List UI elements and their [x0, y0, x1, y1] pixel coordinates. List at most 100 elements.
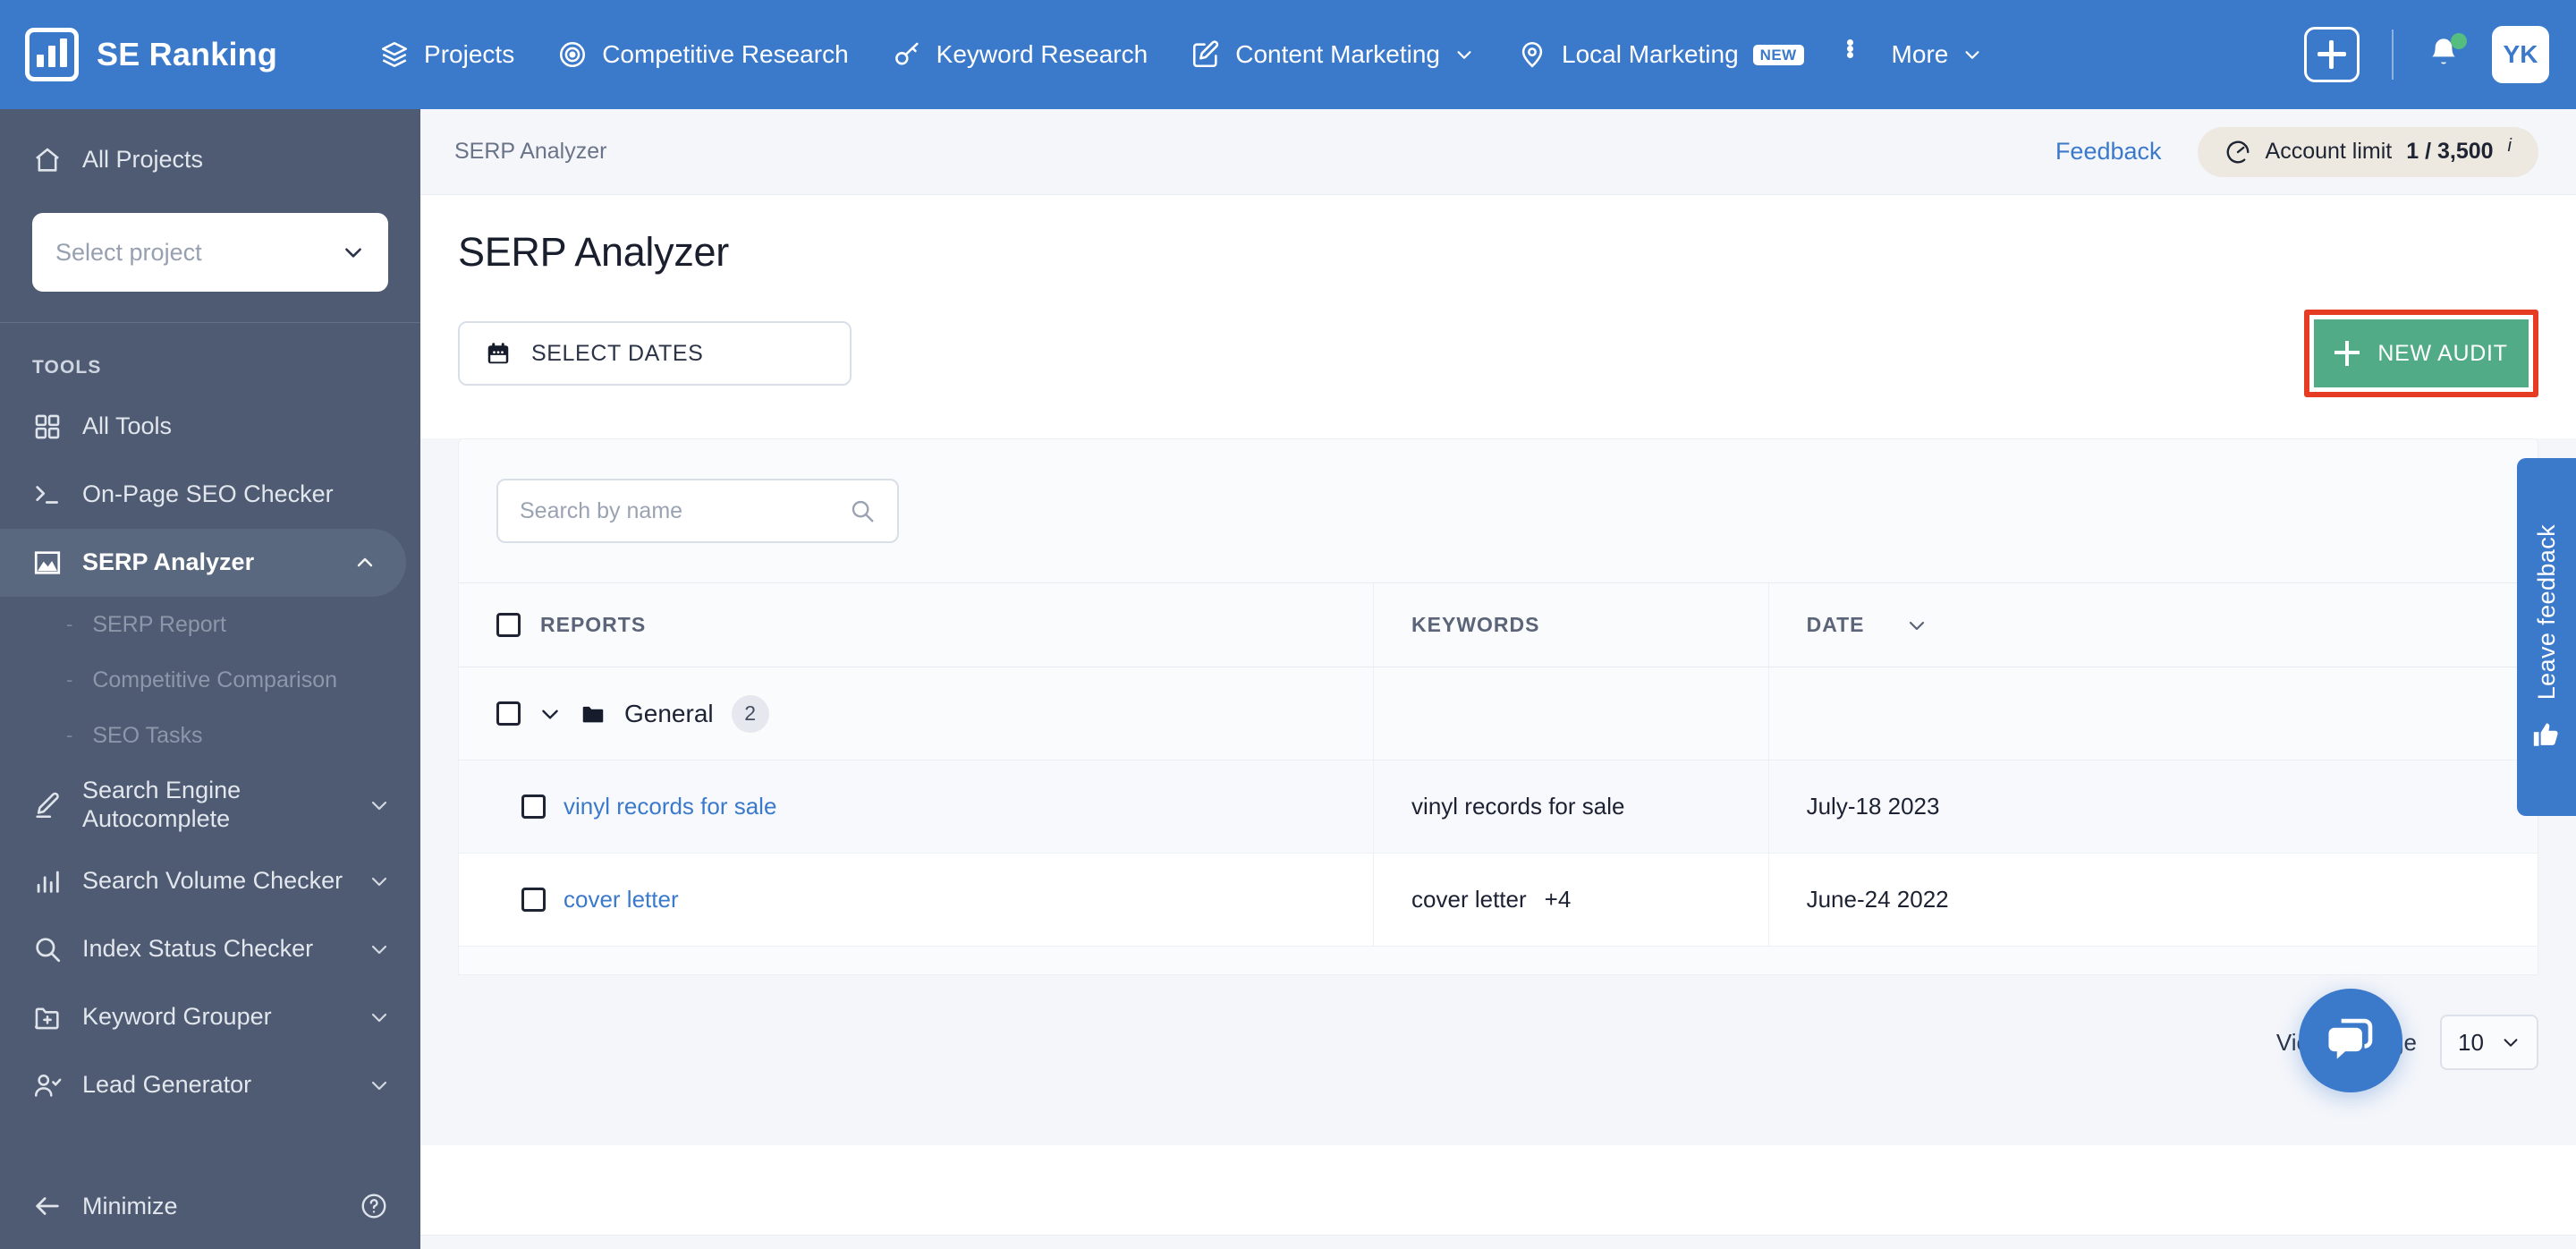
layers-icon — [379, 39, 410, 70]
nav-item-more[interactable]: More — [1826, 39, 2004, 70]
row-checkbox[interactable] — [521, 794, 546, 819]
sidebar-item-on-page-seo-checker[interactable]: On-Page SEO Checker — [0, 461, 420, 529]
info-icon[interactable]: i — [2508, 136, 2512, 157]
brand-logo[interactable]: SE Ranking — [25, 28, 277, 81]
sidebar-item-search-volume-checker[interactable]: Search Volume Checker — [0, 847, 420, 915]
sidebar-item-keyword-grouper[interactable]: Keyword Grouper — [0, 983, 420, 1051]
keyword-text: cover letter — [1411, 886, 1527, 913]
sidebar-item-label: All Tools — [82, 412, 173, 440]
group-keywords-cell — [1373, 667, 1769, 760]
row-checkbox[interactable] — [521, 888, 546, 912]
sidebar-item-search-engine-autocomplete[interactable]: Search Engine Autocomplete — [0, 763, 420, 847]
folder-plus-icon — [32, 1002, 63, 1032]
account-limit-badge[interactable]: Account limit 1 / 3,500 i — [2197, 126, 2538, 177]
group-name: General — [624, 699, 714, 727]
arrow-left-icon — [32, 1191, 63, 1221]
sidebar-subitem-seo-tasks[interactable]: - SEO Tasks — [0, 708, 420, 763]
terminal-icon — [32, 480, 63, 510]
sidebar-section-tools: TOOLS — [32, 357, 102, 378]
sidebar-subitem-label: SEO Tasks — [92, 722, 203, 748]
sidebar-item-all-projects[interactable]: All Projects — [0, 122, 420, 199]
avatar[interactable]: YK — [2492, 26, 2549, 83]
leave-feedback-label: Leave feedback — [2532, 523, 2560, 701]
sidebar-item-label: Search Engine Autocomplete — [82, 777, 242, 832]
feedback-link[interactable]: Feedback — [2055, 138, 2162, 166]
nav-right-actions: YK — [2304, 26, 2549, 83]
select-all-checkbox[interactable] — [496, 613, 521, 637]
new-audit-label: NEW AUDIT — [2377, 340, 2508, 366]
pagination-footer: View on page 10 — [420, 975, 2576, 1070]
sidebar-item-all-tools[interactable]: All Tools — [0, 393, 420, 461]
nav-label: More — [1891, 40, 1949, 68]
minimize-button-label[interactable]: Minimize — [82, 1193, 340, 1220]
date-cell: June-24 2022 — [1767, 853, 2538, 947]
select-dates-label: SELECT DATES — [531, 340, 704, 366]
nav-item-projects[interactable]: Projects — [358, 39, 536, 70]
user-check-icon — [32, 1070, 63, 1100]
sidebar-item-lead-generator[interactable]: Lead Generator — [0, 1051, 420, 1119]
sidebar-item-serp-analyzer[interactable]: SERP Analyzer — [0, 529, 406, 597]
bullet-icon: - — [66, 724, 73, 746]
keyword-more-count[interactable]: +4 — [1545, 886, 1572, 913]
sidebar-item-label: On-Page SEO Checker — [82, 480, 334, 508]
sidebar-subitem-label: SERP Report — [92, 611, 226, 637]
date-cell: July-18 2023 — [1767, 760, 2538, 854]
sidebar-subitem-competitive-comparison[interactable]: - Competitive Comparison — [0, 652, 420, 708]
reports-panel: REPORTS KEYWORDS DATE — [458, 438, 2538, 975]
sidebar-item-label: All Projects — [82, 146, 204, 174]
sidebar-item-index-status-checker[interactable]: Index Status Checker — [0, 915, 420, 983]
divider — [2392, 30, 2394, 80]
group-checkbox[interactable] — [496, 701, 521, 726]
leave-feedback-tab[interactable]: Leave feedback — [2517, 458, 2576, 816]
grid-icon — [32, 412, 63, 442]
chat-button[interactable] — [2299, 989, 2402, 1092]
search-icon — [32, 934, 63, 964]
search-input[interactable] — [520, 497, 840, 524]
search-icon[interactable] — [849, 497, 876, 524]
table-header-row: REPORTS KEYWORDS DATE — [459, 582, 2538, 667]
column-label: DATE — [1806, 613, 1865, 636]
table-row[interactable]: cover letter cover letter +4 June-24 202… — [459, 853, 2538, 947]
project-select-dropdown[interactable]: Select project — [32, 213, 388, 292]
pencil-icon — [32, 790, 63, 820]
breadcrumb-bar: SERP Analyzer Feedback Account limit 1 /… — [420, 109, 2576, 195]
new-audit-button[interactable]: NEW AUDIT — [2314, 319, 2529, 387]
nav-item-content-marketing[interactable]: Content Marketing — [1169, 39, 1496, 70]
edit-square-icon — [1191, 39, 1221, 70]
bullet-icon: - — [66, 668, 73, 691]
account-limit-label: Account limit — [2265, 139, 2393, 164]
report-link[interactable]: cover letter — [564, 886, 679, 913]
column-date[interactable]: DATE — [1767, 582, 2538, 667]
select-dates-button[interactable]: SELECT DATES — [458, 321, 852, 386]
chevron-down-icon — [2501, 1032, 2521, 1052]
table-group-row[interactable]: General 2 — [459, 667, 2538, 760]
search-input-wrapper[interactable] — [496, 479, 899, 543]
date-text: July-18 2023 — [1806, 793, 1940, 820]
help-icon[interactable] — [360, 1192, 388, 1220]
report-link[interactable]: vinyl records for sale — [564, 793, 776, 820]
sidebar-subitem-serp-report[interactable]: - SERP Report — [0, 597, 420, 652]
sidebar-item-label: SERP Analyzer — [82, 548, 255, 576]
report-cell: vinyl records for sale — [459, 760, 1374, 854]
group-count-badge: 2 — [731, 694, 769, 733]
chevron-down-icon — [369, 1007, 390, 1028]
table-row[interactable]: vinyl records for sale vinyl records for… — [459, 760, 2538, 854]
page-header: SERP Analyzer SELECT DATES NEW AUDIT — [420, 195, 2576, 397]
plus-icon — [2334, 341, 2360, 366]
add-button[interactable] — [2304, 27, 2360, 82]
nav-item-local-marketing[interactable]: Local Marketing NEW — [1496, 39, 1826, 70]
per-page-dropdown[interactable]: 10 — [2440, 1015, 2538, 1070]
sidebar: All Projects Select project TOOLS All To… — [0, 109, 420, 1249]
image-chart-icon — [32, 548, 63, 578]
chevron-down-icon — [369, 794, 390, 816]
home-icon — [32, 145, 63, 175]
bottom-strip — [420, 1235, 2576, 1249]
nav-item-competitive-research[interactable]: Competitive Research — [536, 39, 869, 70]
notifications-button[interactable] — [2426, 33, 2467, 74]
group-cell: General 2 — [459, 667, 1374, 760]
report-cell: cover letter — [459, 853, 1374, 947]
nav-item-keyword-research[interactable]: Keyword Research — [870, 39, 1170, 70]
gauge-icon — [2224, 139, 2251, 166]
chevron-down-icon[interactable] — [1906, 615, 1928, 636]
chevron-down-icon[interactable] — [538, 702, 562, 726]
